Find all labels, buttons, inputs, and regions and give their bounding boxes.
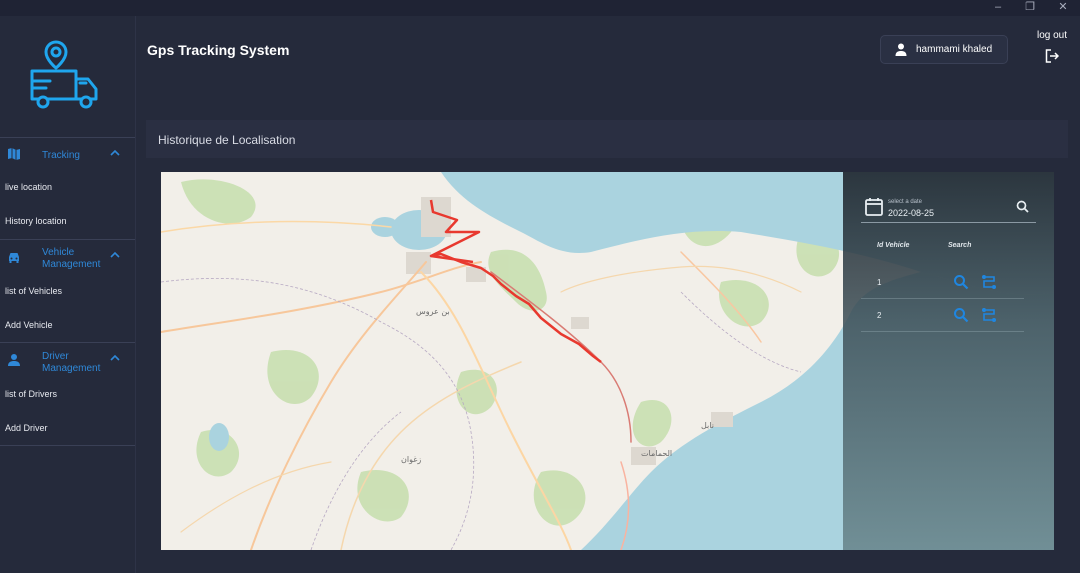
column-header-search: Search (948, 242, 972, 249)
sidebar-divider (0, 445, 135, 446)
search-route-icon[interactable] (953, 274, 969, 290)
sidebar-item-add-vehicle[interactable]: Add Vehicle (0, 309, 135, 342)
tracking-label: Tracking (42, 150, 80, 161)
route-icon[interactable] (981, 307, 997, 323)
user-icon (895, 43, 907, 56)
history-section-header: Historique de Localisation (146, 120, 1068, 158)
sidebar-item-list-vehicles[interactable]: list of Vehicles (0, 275, 135, 308)
sidebar-item-live-location[interactable]: live location (0, 171, 135, 204)
map-label-city-1: الحمامات (641, 449, 672, 458)
logout-label[interactable]: log out (1037, 30, 1067, 41)
table-row: 2 (861, 300, 1024, 332)
close-window-button[interactable]: ✕ (1046, 0, 1080, 16)
car-icon (9, 253, 19, 263)
sidebar-item-list-drivers[interactable]: list of Drivers (0, 378, 135, 411)
vehicle-id: 1 (877, 278, 882, 287)
window-titlebar: – ❐ ✕ (0, 0, 1080, 16)
user-name: hammami khaled (916, 44, 993, 55)
person-icon (8, 354, 20, 366)
map-label-city-4: زغوان (401, 455, 421, 464)
tracking-section-header[interactable]: Tracking (0, 137, 135, 171)
map-icon (8, 148, 20, 160)
minimize-button[interactable]: – (981, 0, 1015, 16)
map-label-city-2: نابل (701, 421, 714, 430)
vehicle-section-header[interactable]: Vehicle Management (0, 239, 135, 273)
calendar-icon[interactable] (865, 197, 883, 216)
maximize-button[interactable]: ❐ (1013, 0, 1047, 16)
search-icon[interactable] (1016, 200, 1029, 213)
chevron-up-icon (110, 354, 120, 361)
driver-label-line1: Driver (42, 351, 69, 362)
table-row: 1 (861, 267, 1024, 299)
sidebar: Tracking live location History location … (0, 16, 136, 573)
history-search-panel: select a date 2022-08-25 Id Vehicle Sear… (843, 172, 1054, 550)
logout-icon[interactable] (1045, 49, 1059, 63)
vehicle-id: 2 (877, 311, 882, 320)
date-picker-input[interactable]: 2022-08-25 (888, 208, 934, 218)
vehicle-label-line1: Vehicle (42, 247, 75, 258)
app-title: Gps Tracking System (147, 42, 290, 58)
driver-section-header[interactable]: Driver Management (0, 342, 135, 376)
user-profile-button[interactable]: hammami khaled (880, 35, 1008, 64)
column-header-id-vehicle: Id Vehicle (877, 242, 910, 249)
chevron-up-icon (110, 251, 120, 258)
section-title: Historique de Localisation (158, 133, 296, 147)
chevron-up-icon (110, 149, 120, 156)
sidebar-item-history-location[interactable]: History location (0, 205, 135, 238)
route-icon[interactable] (981, 274, 997, 290)
driver-label-line2: Management (42, 363, 101, 374)
truck-location-logo-icon (30, 40, 98, 109)
date-picker-label: select a date (888, 199, 923, 205)
map-label-city-3: بن عروس (416, 307, 450, 316)
vehicle-label-line2: Management (42, 259, 101, 270)
search-route-icon[interactable] (953, 307, 969, 323)
sidebar-item-add-driver[interactable]: Add Driver (0, 412, 135, 445)
date-underline (861, 222, 1036, 223)
